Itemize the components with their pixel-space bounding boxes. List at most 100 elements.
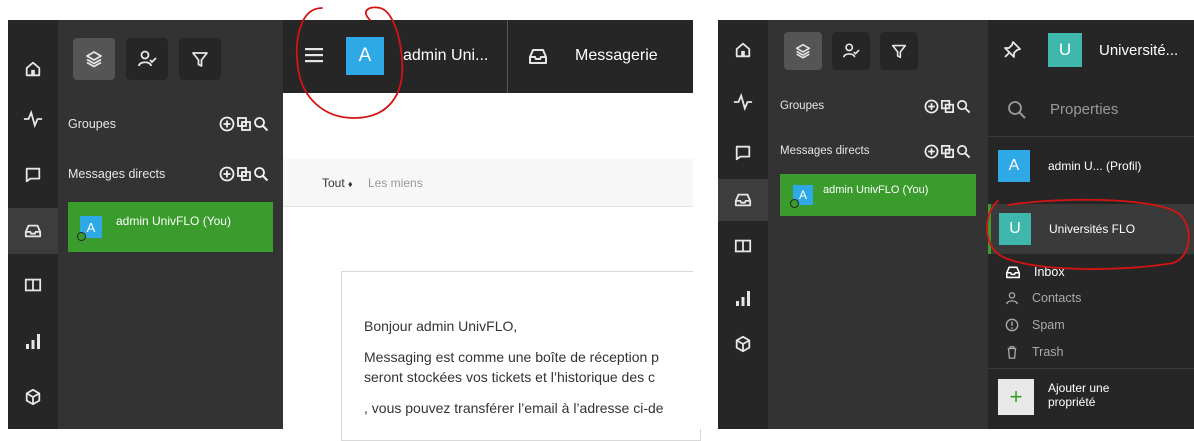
add-circle-icon[interactable] bbox=[924, 99, 939, 114]
hamburger-menu-icon[interactable] bbox=[305, 47, 323, 63]
sub-item-label: Inbox bbox=[1034, 265, 1065, 279]
divider bbox=[507, 20, 508, 93]
home-icon[interactable] bbox=[21, 57, 45, 81]
crop-edge bbox=[693, 93, 706, 429]
inbox-icon bbox=[528, 47, 548, 65]
copy-icon[interactable] bbox=[940, 99, 955, 114]
filter-button[interactable] bbox=[179, 38, 221, 80]
sort-icon: ♦ bbox=[348, 179, 353, 189]
pin-icon[interactable] bbox=[1002, 40, 1022, 60]
property-avatar[interactable]: U bbox=[1048, 33, 1082, 67]
copy-icon[interactable] bbox=[940, 144, 955, 159]
add-circle-icon[interactable] bbox=[219, 116, 235, 132]
online-status-dot bbox=[77, 232, 86, 241]
right-groups-panel: Groupes Messages directs A admin UnivFLO… bbox=[768, 20, 988, 429]
cube-icon[interactable] bbox=[21, 385, 45, 409]
sub-item-spam[interactable]: Spam bbox=[1005, 318, 1065, 332]
search-icon[interactable] bbox=[253, 166, 269, 182]
search-icon[interactable] bbox=[253, 116, 269, 132]
groups-actions bbox=[219, 116, 269, 132]
avatar: U bbox=[999, 213, 1031, 245]
user-check-button[interactable] bbox=[832, 32, 870, 70]
trash-icon bbox=[1007, 346, 1017, 359]
layers-button[interactable] bbox=[784, 32, 822, 70]
direct-messages-title: Messages directs bbox=[780, 145, 870, 157]
activity-icon[interactable] bbox=[21, 107, 45, 131]
search-icon bbox=[1008, 101, 1026, 119]
inbox-icon bbox=[1005, 266, 1020, 279]
sub-item-inbox[interactable]: Inbox bbox=[1005, 265, 1065, 279]
groups-title: Groupes bbox=[68, 117, 116, 131]
chat-icon[interactable] bbox=[21, 163, 45, 187]
sub-item-label: Contacts bbox=[1032, 291, 1082, 305]
filter-bar: Tout ♦ Les miens bbox=[283, 159, 693, 207]
body-line: Messaging est comme une boîte de récepti… bbox=[364, 349, 659, 365]
copy-icon[interactable] bbox=[236, 116, 252, 132]
groups-title: Groupes bbox=[780, 100, 825, 112]
user-name[interactable]: admin Uni... bbox=[403, 47, 488, 65]
add-property-button[interactable]: + bbox=[998, 379, 1034, 415]
right-nav-rail bbox=[718, 20, 768, 429]
filter-icon bbox=[891, 44, 907, 59]
filter-mine[interactable]: Les miens bbox=[368, 176, 423, 190]
book-icon[interactable] bbox=[731, 234, 755, 258]
inbox-title: Messagerie bbox=[575, 47, 658, 64]
body-line: , vous pouvez transférer l’email à l’adr… bbox=[364, 400, 664, 416]
direct-message-label: admin UnivFLO (You) bbox=[823, 184, 929, 196]
body-line: seront stockées vos tickets et l’histori… bbox=[364, 369, 656, 385]
filter-icon bbox=[192, 52, 208, 67]
bar-chart-icon[interactable] bbox=[21, 329, 45, 353]
chat-icon[interactable] bbox=[731, 141, 755, 165]
inbox-icon[interactable] bbox=[731, 188, 755, 212]
left-groups-panel: Groupes Messages directs A admin UnivFLO… bbox=[58, 20, 283, 429]
cube-icon[interactable] bbox=[731, 332, 755, 356]
search-icon[interactable] bbox=[956, 99, 971, 114]
profile-property-row[interactable]: A admin U... (Profil) bbox=[988, 146, 1194, 186]
direct-actions bbox=[924, 144, 971, 159]
layers-icon bbox=[795, 43, 811, 59]
org-property-row[interactable]: U Universités FLO bbox=[988, 204, 1194, 254]
welcome-card: Bonjour admin UnivFLO, Messaging est com… bbox=[341, 271, 701, 441]
user-check-button[interactable] bbox=[126, 38, 168, 80]
add-property-label: Ajouter une propriété bbox=[1048, 381, 1110, 409]
property-name[interactable]: Université... bbox=[1099, 42, 1178, 59]
direct-messages-title: Messages directs bbox=[68, 167, 166, 181]
search-placeholder: Properties bbox=[1050, 101, 1119, 118]
direct-message-label: admin UnivFLO (You) bbox=[116, 214, 231, 228]
person-icon bbox=[1006, 292, 1018, 305]
add-circle-icon[interactable] bbox=[924, 144, 939, 159]
user-check-icon bbox=[138, 50, 157, 67]
left-main-content: Tout ♦ Les miens Bonjour admin UnivFLO, … bbox=[283, 93, 701, 441]
direct-actions bbox=[219, 166, 269, 182]
add-circle-icon[interactable] bbox=[219, 166, 235, 182]
left-nav-rail bbox=[8, 20, 58, 429]
filter-all[interactable]: Tout ♦ bbox=[322, 176, 353, 190]
user-check-icon bbox=[842, 43, 860, 58]
profile-name: admin U... (Profil) bbox=[1048, 159, 1142, 173]
left-top-bar: A admin Uni... Messagerie bbox=[283, 20, 693, 93]
add-property-row[interactable]: + Ajouter une propriété bbox=[988, 368, 1194, 429]
home-icon[interactable] bbox=[731, 38, 755, 62]
activity-icon[interactable] bbox=[731, 90, 755, 114]
avatar: A bbox=[998, 150, 1030, 182]
online-status-dot bbox=[790, 199, 799, 208]
filter-button[interactable] bbox=[880, 32, 918, 70]
copy-icon[interactable] bbox=[236, 166, 252, 182]
user-avatar[interactable]: A bbox=[346, 37, 384, 75]
book-icon[interactable] bbox=[21, 273, 45, 297]
sub-item-label: Trash bbox=[1032, 345, 1064, 359]
layers-button[interactable] bbox=[73, 38, 115, 80]
sub-item-contacts[interactable]: Contacts bbox=[1005, 291, 1081, 305]
bar-chart-icon[interactable] bbox=[731, 286, 755, 310]
groups-actions bbox=[924, 99, 971, 114]
greeting: Bonjour admin UnivFLO, bbox=[364, 318, 518, 334]
sub-item-trash[interactable]: Trash bbox=[1005, 345, 1064, 359]
properties-search[interactable]: Properties bbox=[988, 85, 1194, 137]
inbox-icon[interactable] bbox=[21, 219, 45, 243]
direct-message-item[interactable]: A admin UnivFLO (You) bbox=[780, 174, 976, 216]
avatar: A bbox=[77, 216, 102, 241]
org-name: Universités FLO bbox=[1049, 222, 1136, 236]
search-icon[interactable] bbox=[956, 144, 971, 159]
direct-message-item[interactable]: A admin UnivFLO (You) bbox=[68, 202, 273, 252]
sub-item-label: Spam bbox=[1032, 318, 1065, 332]
